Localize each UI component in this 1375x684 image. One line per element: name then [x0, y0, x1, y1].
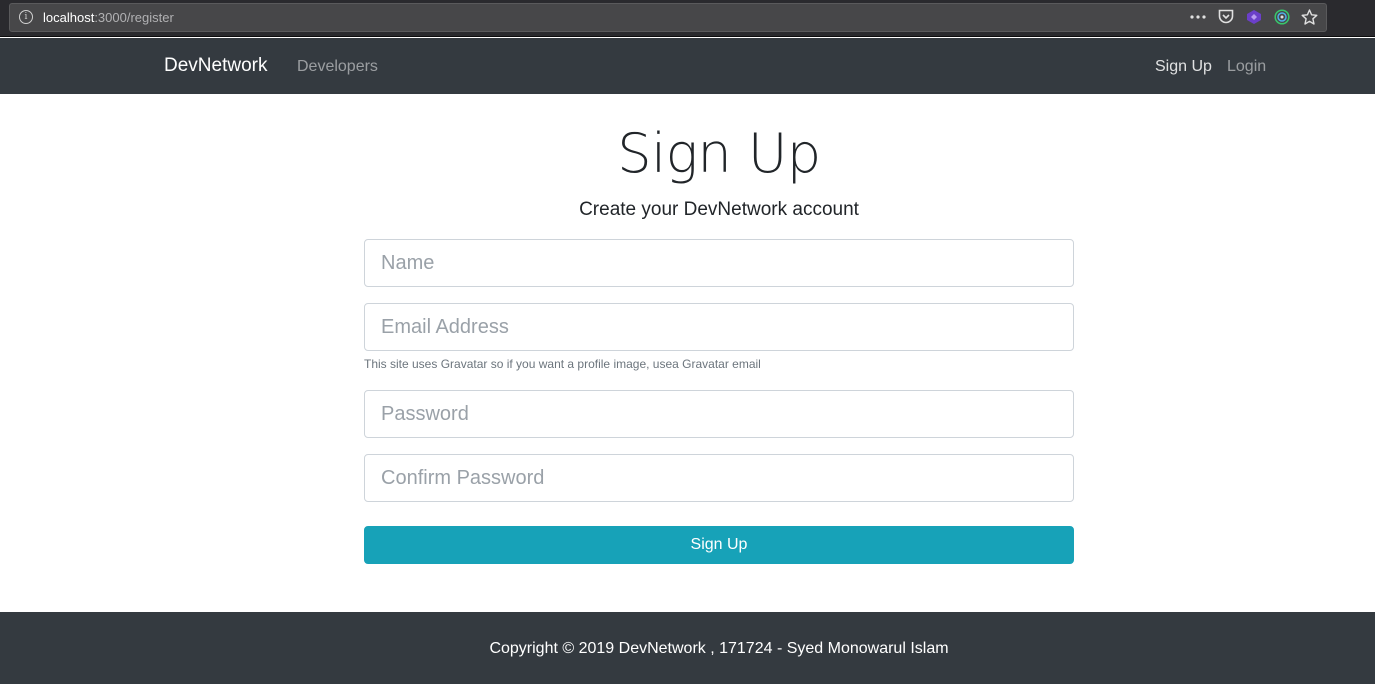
brand-link[interactable]: DevNetwork [164, 55, 267, 77]
url-text[interactable]: localhost:3000/register [43, 10, 174, 25]
name-field[interactable] [364, 239, 1074, 287]
pocket-icon[interactable] [1217, 8, 1234, 25]
nav-developers-link[interactable]: Developers [297, 58, 378, 76]
url-host: localhost [43, 10, 95, 25]
bookmark-star-icon[interactable] [1301, 8, 1318, 25]
url-path: :3000/register [94, 10, 174, 25]
extension-icon[interactable] [1245, 8, 1262, 25]
site-footer: Copyright © 2019 DevNetwork , 171724 - S… [0, 612, 1375, 684]
address-bar[interactable]: i localhost:3000/register [9, 3, 1327, 32]
site-navbar: DevNetwork Developers Sign Up Login [0, 38, 1375, 94]
browser-toolbar: i localhost:3000/register [0, 0, 1375, 37]
page-subtitle: Create your DevNetwork account [579, 199, 859, 220]
more-icon[interactable] [1189, 8, 1206, 25]
nav-signup-link[interactable]: Sign Up [1155, 58, 1212, 76]
info-icon[interactable]: i [19, 10, 33, 24]
email-field[interactable] [364, 303, 1074, 351]
nav-login-link[interactable]: Login [1227, 58, 1266, 76]
page-title: Sign Up [617, 122, 821, 185]
password-field[interactable] [364, 390, 1074, 438]
footer-copyright: Copyright © 2019 DevNetwork , 171724 - S… [489, 640, 949, 657]
email-help-text: This site uses Gravatar so if you want a… [364, 357, 761, 371]
target-extension-icon[interactable] [1273, 8, 1290, 25]
confirm-password-field[interactable] [364, 454, 1074, 502]
signup-submit-button[interactable]: Sign Up [364, 526, 1074, 564]
address-bar-actions [1189, 8, 1318, 25]
